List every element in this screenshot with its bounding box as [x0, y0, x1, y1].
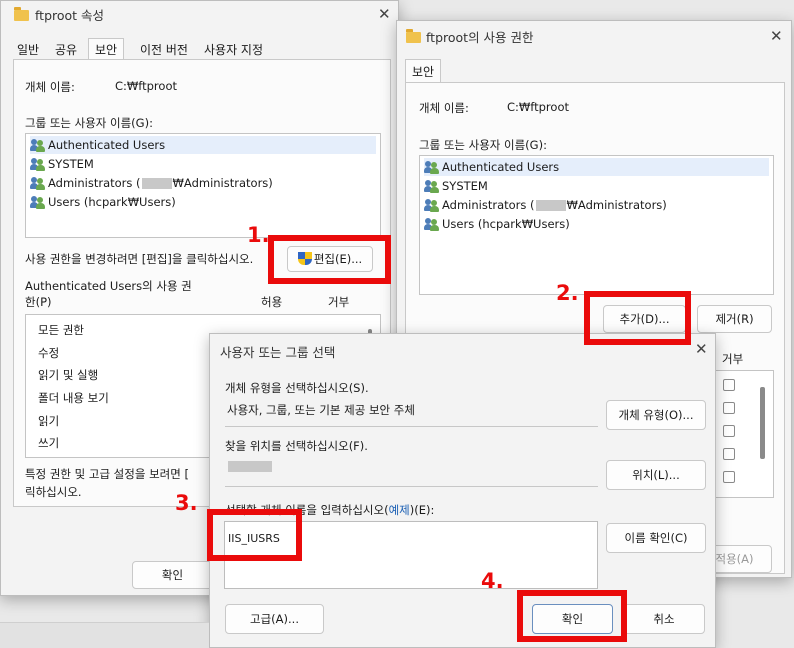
- location-value-redacted: [228, 461, 272, 472]
- user-group-icon: [424, 198, 440, 212]
- object-type-value: 사용자, 그룹, 또는 기본 제공 보안 주체: [227, 403, 415, 417]
- deny-header: 거부: [328, 295, 350, 309]
- object-type-label: 개체 유형을 선택하십시오(S).: [225, 381, 369, 395]
- ok-button[interactable]: 확인: [132, 561, 213, 589]
- window-title: ftproot 속성: [35, 8, 105, 23]
- object-name-value: C:₩ftproot: [115, 79, 177, 93]
- list-item: 읽기 및 실행: [38, 368, 99, 382]
- list-item: 수정: [38, 346, 60, 360]
- taskbar-strip: [0, 622, 209, 648]
- advanced-hint: 특정 권한 및 고급 설정을 보려면 [: [25, 467, 189, 481]
- redacted-hostname: [141, 177, 172, 189]
- list-item[interactable]: SYSTEM: [30, 155, 94, 173]
- deny-checkbox[interactable]: [723, 425, 735, 437]
- user-group-icon: [30, 138, 46, 152]
- properties-titlebar: ftproot 속성 ✕: [1, 1, 398, 31]
- deny-checkbox[interactable]: [723, 471, 735, 483]
- list-item: 쓰기: [38, 436, 60, 450]
- list-item: 읽기: [38, 414, 60, 428]
- user-group-icon: [30, 195, 46, 209]
- user-group-icon: [30, 176, 46, 190]
- folder-icon: [14, 7, 29, 21]
- highlight-edit: [268, 235, 391, 284]
- list-item: 폴더 내용 보기: [38, 391, 109, 405]
- deny-checkbox[interactable]: [723, 379, 735, 391]
- edit-hint: 사용 권한을 변경하려면 [편집]을 클릭하십시오.: [25, 252, 254, 266]
- tab-general[interactable]: 일반: [11, 38, 45, 60]
- advanced-button[interactable]: 고급(A)...: [225, 604, 324, 634]
- tab-security[interactable]: 보안: [88, 38, 125, 60]
- deny-checkbox[interactable]: [723, 448, 735, 460]
- object-type-underline: [225, 426, 598, 427]
- close-icon[interactable]: ✕: [695, 340, 708, 358]
- highlight-names: [207, 509, 302, 561]
- list-item[interactable]: Users (hcpark₩Users): [424, 215, 570, 233]
- user-group-icon: [424, 160, 440, 174]
- annotation-3: 3.: [175, 491, 198, 515]
- select-users-dialog: 사용자 또는 그룹 선택 ✕ 개체 유형을 선택하십시오(S). 사용자, 그룹…: [209, 333, 716, 648]
- scrollbar[interactable]: [760, 387, 765, 459]
- tab-security[interactable]: 보안: [405, 59, 442, 83]
- object-name-label: 개체 이름:: [25, 80, 75, 94]
- location-underline: [225, 486, 598, 487]
- permissions-label: Authenticated Users의 사용 권: [25, 279, 192, 293]
- list-item[interactable]: Authenticated Users: [30, 136, 376, 154]
- advanced-hint-cont: 릭하십시오.: [25, 485, 82, 499]
- tab-previous-versions[interactable]: 이전 버전: [134, 38, 194, 60]
- group-label: 그룹 또는 사용자 이름(G):: [25, 116, 153, 130]
- locations-button[interactable]: 위치(L)...: [606, 460, 706, 490]
- deny-checkbox[interactable]: [723, 402, 735, 414]
- annotation-4: 4.: [481, 569, 504, 593]
- examples-link[interactable]: 예제: [389, 503, 410, 517]
- annotation-2: 2.: [556, 281, 579, 305]
- annotation-1: 1.: [247, 223, 270, 247]
- dialog-title: 사용자 또는 그룹 선택: [220, 345, 336, 360]
- permissions-label-cont: 한(P): [25, 295, 52, 309]
- tab-customize[interactable]: 사용자 지정: [198, 38, 269, 60]
- tab-strip: 일반 공유 보안 이전 버전 사용자 지정: [9, 38, 393, 60]
- user-icon: [30, 157, 46, 171]
- list-item[interactable]: Administrators (₩Administrators): [30, 174, 273, 192]
- close-icon[interactable]: ✕: [770, 27, 783, 45]
- location-label: 찾을 위치를 선택하십시오(F).: [225, 439, 368, 453]
- object-name-value: C:₩ftproot: [507, 100, 569, 114]
- allow-header: 허용: [261, 295, 283, 309]
- highlight-ok: [517, 590, 627, 642]
- remove-button[interactable]: 제거(R): [697, 305, 772, 333]
- check-names-button[interactable]: 이름 확인(C): [606, 523, 706, 553]
- list-item: 모든 권한: [38, 323, 84, 337]
- deny-header: 거부: [722, 352, 744, 366]
- list-item[interactable]: Authenticated Users: [424, 158, 769, 176]
- redacted-hostname: [535, 199, 566, 211]
- user-icon: [424, 179, 440, 193]
- list-item[interactable]: SYSTEM: [424, 177, 488, 195]
- group-label: 그룹 또는 사용자 이름(G):: [419, 138, 547, 152]
- window-title: ftproot의 사용 권한: [426, 30, 534, 45]
- object-types-button[interactable]: 개체 유형(O)...: [606, 400, 706, 430]
- tab-sharing[interactable]: 공유: [49, 38, 83, 60]
- list-item[interactable]: Users (hcpark₩Users): [30, 193, 176, 211]
- list-item[interactable]: Administrators (₩Administrators): [424, 196, 667, 214]
- permissions-titlebar: ftproot의 사용 권한 ✕: [397, 21, 791, 51]
- user-list[interactable]: Authenticated Users SYSTEM Administrator…: [25, 133, 381, 238]
- user-group-icon: [424, 217, 440, 231]
- user-list[interactable]: Authenticated Users SYSTEM Administrator…: [419, 155, 774, 295]
- folder-icon: [406, 29, 421, 43]
- close-icon[interactable]: ✕: [378, 5, 391, 23]
- object-name-label: 개체 이름:: [419, 101, 469, 115]
- cancel-button[interactable]: 취소: [623, 604, 705, 634]
- highlight-add: [584, 291, 691, 345]
